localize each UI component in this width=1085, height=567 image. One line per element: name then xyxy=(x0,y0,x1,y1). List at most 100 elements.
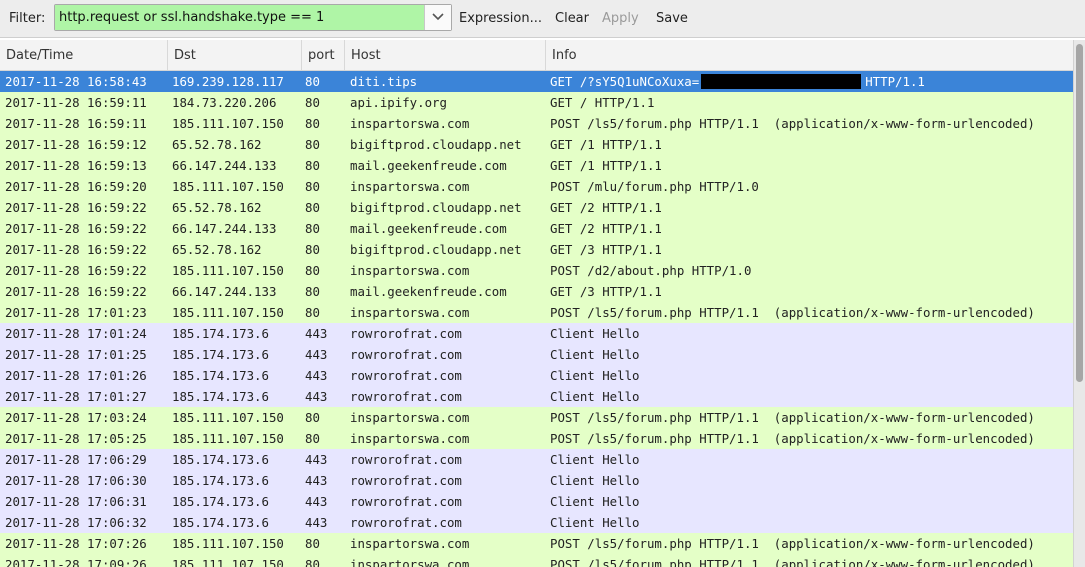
filter-dropdown-button[interactable] xyxy=(424,5,451,30)
vertical-scrollbar[interactable] xyxy=(1073,40,1085,567)
packet-dst: 66.147.244.133 xyxy=(172,221,277,236)
packet-row[interactable]: 2017-11-28 17:09:26 185.111.107.150 80 insp… xyxy=(0,554,1073,567)
packet-time: 2017-11-28 17:01:27 xyxy=(5,389,147,404)
packet-row[interactable]: 2017-11-28 16:59:12 65.52.78.162 80 bigiftp… xyxy=(0,134,1073,155)
packet-time: 2017-11-28 16:59:20 xyxy=(5,179,147,194)
packet-info: POST /ls5/forum.php HTTP/1.1 (applicatio… xyxy=(550,557,1035,567)
packet-info: GET / HTTP/1.1 xyxy=(550,95,655,110)
packet-time: 2017-11-28 16:58:43 xyxy=(5,74,147,89)
packet-port: 443 xyxy=(305,452,328,467)
packet-dst: 185.111.107.150 xyxy=(172,536,284,551)
packet-port: 80 xyxy=(305,284,320,299)
column-header-dst[interactable]: Dst xyxy=(167,40,301,70)
packet-info: POST /ls5/forum.php HTTP/1.1 (applicatio… xyxy=(550,431,1035,446)
packet-host: inspartorswa.com xyxy=(350,305,470,320)
packet-dst: 185.111.107.150 xyxy=(172,410,284,425)
packet-port: 443 xyxy=(305,326,328,341)
packet-host: bigiftprod.cloudapp.net xyxy=(350,200,522,215)
packet-row[interactable]: 2017-11-28 17:01:26 185.174.173.6 443 rowro… xyxy=(0,365,1073,386)
packet-port: 80 xyxy=(305,557,320,567)
packet-dst: 185.111.107.150 xyxy=(172,557,284,567)
packet-info: GET /?sY5Q1uNCoXuxa= HTTP/1.1 xyxy=(550,71,1072,92)
filter-combobox[interactable] xyxy=(54,4,452,31)
packet-row[interactable]: 2017-11-28 17:05:25 185.111.107.150 80 insp… xyxy=(0,428,1073,449)
packet-port: 80 xyxy=(305,242,320,257)
packet-host: bigiftprod.cloudapp.net xyxy=(350,242,522,257)
packet-row[interactable]: 2017-11-28 17:06:31 185.174.173.6 443 rowro… xyxy=(0,491,1073,512)
packet-port: 80 xyxy=(305,137,320,152)
column-header-port[interactable]: port xyxy=(301,40,344,70)
packet-port: 80 xyxy=(305,95,320,110)
packet-host: inspartorswa.com xyxy=(350,263,470,278)
packet-row[interactable]: 2017-11-28 16:59:22 66.147.244.133 80 mail.… xyxy=(0,281,1073,302)
packet-port: 80 xyxy=(305,158,320,173)
packet-port: 80 xyxy=(305,116,320,131)
packet-dst: 185.174.173.6 xyxy=(172,494,269,509)
packet-host: inspartorswa.com xyxy=(350,431,470,446)
expression-button[interactable]: Expression... xyxy=(459,11,542,26)
packet-dst: 184.73.220.206 xyxy=(172,95,277,110)
clear-button[interactable]: Clear xyxy=(555,11,589,26)
packet-row[interactable]: 2017-11-28 17:01:24 185.174.173.6 443 rowro… xyxy=(0,323,1073,344)
scrollbar-thumb[interactable] xyxy=(1076,44,1083,382)
packet-row[interactable]: 2017-11-28 16:59:11 184.73.220.206 80 api.i… xyxy=(0,92,1073,113)
packet-info: Client Hello xyxy=(550,452,640,467)
packet-row[interactable]: 2017-11-28 16:59:22 65.52.78.162 80 bigiftp… xyxy=(0,197,1073,218)
packet-time: 2017-11-28 16:59:22 xyxy=(5,242,147,257)
packet-row[interactable]: 2017-11-28 17:07:26 185.111.107.150 80 insp… xyxy=(0,533,1073,554)
packet-dst: 169.239.128.117 xyxy=(172,74,284,89)
packet-row[interactable]: 2017-11-28 16:59:22 185.111.107.150 80 insp… xyxy=(0,260,1073,281)
packet-host: rowrorofrat.com xyxy=(350,452,462,467)
packet-dst: 185.111.107.150 xyxy=(172,305,284,320)
packet-time: 2017-11-28 17:06:30 xyxy=(5,473,147,488)
packet-port: 443 xyxy=(305,515,328,530)
packet-host: mail.geekenfreude.com xyxy=(350,221,507,236)
packet-host: rowrorofrat.com xyxy=(350,389,462,404)
packet-dst: 185.174.173.6 xyxy=(172,326,269,341)
packet-info: Client Hello xyxy=(550,473,640,488)
packet-port: 80 xyxy=(305,305,320,320)
packet-row[interactable]: 2017-11-28 17:01:23 185.111.107.150 80 insp… xyxy=(0,302,1073,323)
packet-info: POST /ls5/forum.php HTTP/1.1 (applicatio… xyxy=(550,305,1035,320)
packet-time: 2017-11-28 16:59:13 xyxy=(5,158,147,173)
packet-row[interactable]: 2017-11-28 16:59:22 66.147.244.133 80 mail.… xyxy=(0,218,1073,239)
packet-host: inspartorswa.com xyxy=(350,536,470,551)
column-header-info[interactable]: Info xyxy=(545,40,1073,70)
filter-label: Filter: xyxy=(9,11,46,26)
save-button[interactable]: Save xyxy=(656,11,688,26)
packet-info-protocol: HTTP/1.1 xyxy=(865,74,925,89)
packet-dst: 185.111.107.150 xyxy=(172,431,284,446)
packet-info: GET /3 HTTP/1.1 xyxy=(550,284,662,299)
packet-port: 443 xyxy=(305,347,328,362)
packet-host: rowrorofrat.com xyxy=(350,326,462,341)
packet-row[interactable]: 2017-11-28 17:01:27 185.174.173.6 443 rowro… xyxy=(0,386,1073,407)
column-header-datetime[interactable]: Date/Time xyxy=(0,40,167,70)
packet-row[interactable]: 2017-11-28 17:01:25 185.174.173.6 443 rowro… xyxy=(0,344,1073,365)
packet-time: 2017-11-28 17:01:26 xyxy=(5,368,147,383)
packet-port: 80 xyxy=(305,431,320,446)
packet-row[interactable]: 2017-11-28 17:06:29 185.174.173.6 443 rowro… xyxy=(0,449,1073,470)
packet-time: 2017-11-28 17:05:25 xyxy=(5,431,147,446)
packet-host: rowrorofrat.com xyxy=(350,494,462,509)
packet-row[interactable]: 2017-11-28 16:58:43 169.239.128.117 80 diti… xyxy=(0,71,1073,92)
packet-port: 443 xyxy=(305,494,328,509)
packet-host: rowrorofrat.com xyxy=(350,368,462,383)
packet-row[interactable]: 2017-11-28 16:59:11 185.111.107.150 80 insp… xyxy=(0,113,1073,134)
packet-host: inspartorswa.com xyxy=(350,410,470,425)
packet-row[interactable]: 2017-11-28 16:59:13 66.147.244.133 80 mail.… xyxy=(0,155,1073,176)
filter-input[interactable] xyxy=(55,5,424,30)
packet-port: 443 xyxy=(305,368,328,383)
packet-dst: 185.174.173.6 xyxy=(172,452,269,467)
chevron-down-icon xyxy=(432,13,444,21)
packet-dst: 185.174.173.6 xyxy=(172,347,269,362)
packet-info: Client Hello xyxy=(550,368,640,383)
packet-row[interactable]: 2017-11-28 17:03:24 185.111.107.150 80 insp… xyxy=(0,407,1073,428)
apply-button[interactable]: Apply xyxy=(602,11,639,26)
packet-dst: 185.174.173.6 xyxy=(172,389,269,404)
packet-row[interactable]: 2017-11-28 16:59:22 65.52.78.162 80 bigiftp… xyxy=(0,239,1073,260)
packet-row[interactable]: 2017-11-28 17:06:32 185.174.173.6 443 rowro… xyxy=(0,512,1073,533)
packet-row[interactable]: 2017-11-28 17:06:30 185.174.173.6 443 rowro… xyxy=(0,470,1073,491)
column-header-host[interactable]: Host xyxy=(344,40,545,70)
packet-info: GET /3 HTTP/1.1 xyxy=(550,242,662,257)
packet-row[interactable]: 2017-11-28 16:59:20 185.111.107.150 80 insp… xyxy=(0,176,1073,197)
